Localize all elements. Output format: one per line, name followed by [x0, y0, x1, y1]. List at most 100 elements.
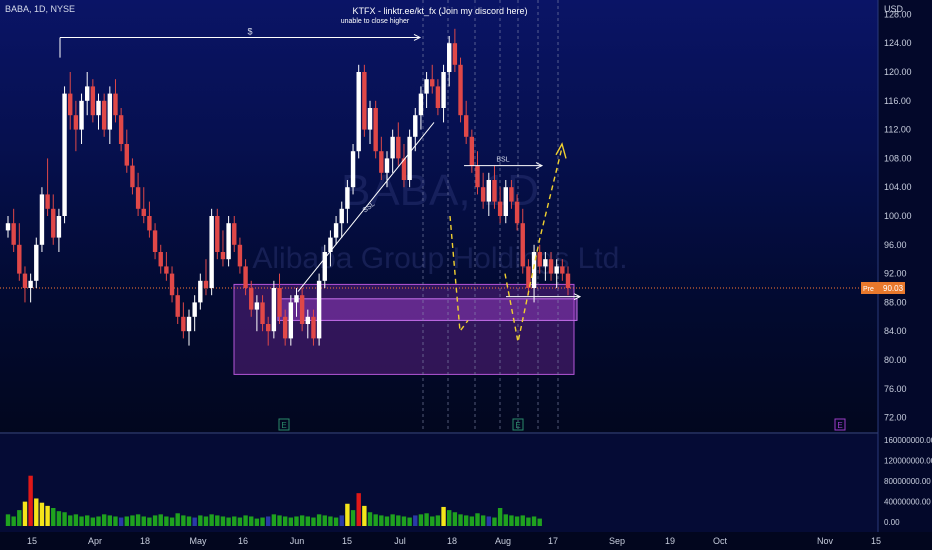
candle-body	[249, 288, 254, 310]
y-tick-label: 80.00	[884, 355, 907, 365]
volume-bar	[135, 514, 141, 526]
candle-body	[316, 280, 322, 339]
candle-body	[51, 208, 56, 238]
chart-stage: BABA, 1D Alibaba Group Holdings Ltd. $ SSL B…	[0, 0, 932, 550]
x-tick-label: Nov	[817, 536, 834, 546]
volume-bar	[435, 515, 441, 526]
candle-body	[220, 252, 226, 260]
volume-bar	[452, 512, 458, 526]
candle-body	[169, 273, 175, 296]
symbol-label: BABA, 1D, NYSE	[5, 4, 75, 14]
candle-body	[384, 158, 390, 173]
volume-tick-label: 160000000.00	[884, 436, 932, 445]
candle-body	[356, 72, 361, 152]
volume-bar	[186, 516, 192, 526]
volume-bar	[531, 516, 537, 526]
volume-bar	[430, 516, 435, 526]
candle-body	[305, 316, 310, 324]
volume-bar	[158, 514, 163, 526]
y-tick-label: 100.00	[884, 211, 912, 221]
volume-bar	[152, 515, 158, 526]
volume-bar	[226, 517, 231, 526]
volume-bar	[79, 516, 84, 526]
volume-bar	[5, 514, 11, 526]
volume-bar	[345, 503, 350, 526]
volume-bar	[333, 517, 339, 526]
candle-body	[469, 136, 475, 166]
volume-bar	[390, 514, 395, 526]
candle-body	[73, 115, 79, 130]
candle-body	[158, 252, 163, 267]
volume-tick-label: 80000000.00	[884, 477, 931, 486]
x-tick-label: 16	[238, 536, 248, 546]
volume-bar	[350, 510, 356, 526]
candle-body	[124, 144, 129, 166]
earnings-marker-label: E	[837, 421, 842, 430]
candle-body	[543, 259, 548, 267]
volume-bar	[447, 510, 452, 526]
y-tick-label: 72.00	[884, 413, 907, 423]
candle-body	[492, 180, 497, 202]
volume-bar	[28, 475, 33, 526]
candle-body	[260, 302, 265, 324]
volume-bar	[254, 518, 260, 526]
volume-bar	[418, 514, 424, 526]
volume-bar	[39, 502, 45, 526]
candle-body	[447, 43, 452, 72]
volume-bar	[90, 517, 96, 526]
volume-tick-label: 120000000.00	[884, 457, 932, 466]
candle-body	[407, 136, 412, 180]
volume-bar	[192, 517, 197, 526]
candle-body	[96, 100, 101, 116]
volume-bar	[328, 516, 333, 526]
volume-bar	[299, 515, 305, 526]
candle-body	[350, 151, 356, 188]
volume-bar	[475, 513, 480, 526]
x-tick-label: Aug	[495, 536, 511, 546]
y-tick-label: 84.00	[884, 326, 907, 336]
y-tick-label: 128.00	[884, 9, 912, 19]
volume-bar	[413, 515, 418, 526]
volume-bar	[441, 506, 446, 526]
volume-bar	[147, 517, 152, 526]
volume-bar	[458, 514, 463, 526]
candle-body	[277, 288, 282, 317]
candle-body	[186, 316, 192, 332]
volume-bar	[45, 505, 50, 526]
volume-bar	[373, 514, 378, 526]
candle-body	[452, 43, 458, 65]
chart-svg[interactable]: BABA, 1DAlibaba Group Holdings Ltd.$SSLB…	[0, 0, 932, 550]
volume-bar	[305, 516, 310, 526]
volume-bar	[203, 516, 209, 526]
y-tick-label: 104.00	[884, 182, 912, 192]
volume-bar	[311, 517, 316, 526]
bsl-label: BSL	[496, 157, 509, 164]
candle-body	[463, 115, 469, 137]
candle-body	[475, 165, 480, 188]
x-tick-label: Sep	[609, 536, 625, 546]
volume-bar	[68, 515, 73, 526]
volume-bar	[113, 516, 118, 526]
y-tick-label: 96.00	[884, 240, 907, 250]
candle-body	[345, 187, 350, 209]
candle-body	[164, 266, 169, 274]
volume-bar	[209, 514, 214, 526]
x-tick-label: 18	[447, 536, 457, 546]
y-tick-label: 108.00	[884, 153, 912, 163]
candle-body	[333, 223, 339, 238]
candle-body	[243, 266, 248, 288]
candle-body	[192, 302, 197, 317]
volume-bar	[424, 513, 429, 526]
x-tick-label: 15	[342, 536, 352, 546]
candle-body	[480, 187, 486, 202]
candle-body	[271, 288, 277, 332]
volume-bar	[277, 515, 282, 526]
volume-bar	[73, 514, 79, 526]
volume-bar	[17, 510, 22, 526]
volume-bar	[339, 515, 344, 526]
candle-body	[34, 244, 39, 281]
volume-bar	[96, 516, 101, 526]
volume-bar	[215, 515, 220, 526]
candle-body	[209, 216, 214, 288]
volume-bar	[480, 515, 486, 526]
